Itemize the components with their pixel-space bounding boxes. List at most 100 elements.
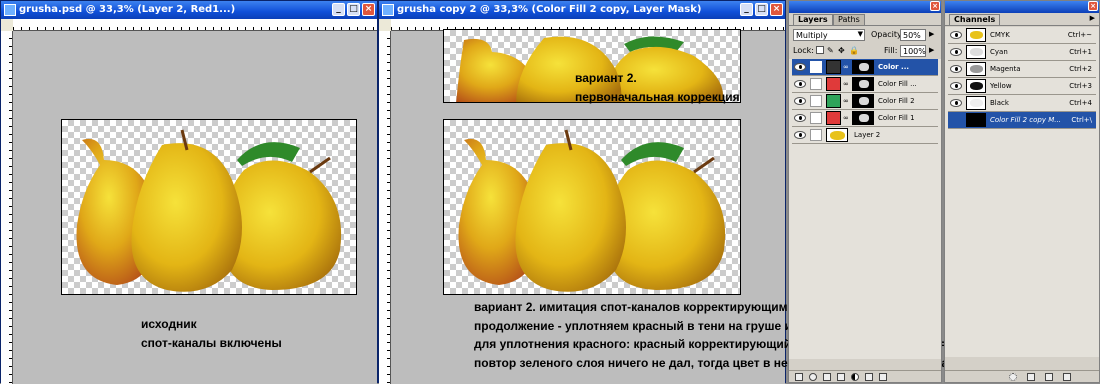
layer-color-thumbnail <box>826 77 841 91</box>
layer-mask-thumbnail[interactable] <box>852 94 874 108</box>
link-layers-icon[interactable] <box>795 373 803 381</box>
layer-image-thumbnail <box>826 128 848 142</box>
visibility-eye-icon[interactable] <box>794 97 806 105</box>
channel-row[interactable]: Color Fill 2 copy M... Ctrl+\ <box>948 112 1096 129</box>
channels-list[interactable]: CMYK Ctrl+~ Cyan Ctrl+1 Magenta Ctrl+2 Y… <box>945 27 1099 357</box>
layer-mask-thumbnail[interactable] <box>852 60 874 74</box>
image-document[interactable] <box>61 119 357 295</box>
visibility-eye-icon[interactable] <box>794 63 806 71</box>
canvas-area[interactable]: исходник спот-каналы включены <box>13 31 377 384</box>
visibility-eye-icon[interactable] <box>950 65 962 73</box>
load-selection-icon[interactable] <box>1009 373 1017 381</box>
blend-mode-value: Multiply <box>796 31 828 40</box>
visibility-eye-icon[interactable] <box>950 99 962 107</box>
visibility-eye-icon[interactable] <box>794 80 806 88</box>
document-window-original[interactable]: grusha.psd @ 33,3% (Layer 2, Red1...) _ … <box>0 0 378 384</box>
trash-icon[interactable] <box>1063 373 1071 381</box>
channel-row[interactable]: CMYK Ctrl+~ <box>948 27 1096 44</box>
visibility-eye-icon[interactable] <box>794 114 806 122</box>
layer-style-icon[interactable] <box>809 373 817 381</box>
channel-name: Color Fill 2 copy M... <box>990 116 1061 124</box>
layer-row[interactable]: Layer 2 <box>792 127 938 144</box>
panel-titlebar[interactable]: × <box>945 1 1099 13</box>
panel-close-button[interactable]: × <box>1088 1 1098 11</box>
visibility-eye-icon[interactable] <box>950 31 962 39</box>
panel-menu-icon[interactable]: ▶ <box>1090 14 1095 22</box>
opacity-input[interactable]: 50% <box>900 29 926 41</box>
layer-name[interactable]: Color Fill 1 <box>878 114 915 122</box>
channel-shortcut: Ctrl+~ <box>1067 31 1092 39</box>
layer-name[interactable]: Layer 2 <box>854 131 880 139</box>
layer-checkbox[interactable] <box>810 129 822 141</box>
tab-paths[interactable]: Paths <box>833 14 865 25</box>
note-variant-top-line1: вариант 2. <box>575 71 637 85</box>
chevron-right-icon[interactable]: ▶ <box>929 30 934 38</box>
vertical-ruler[interactable] <box>379 31 391 384</box>
blend-mode-select[interactable]: Multiply ▼ <box>793 29 865 41</box>
minimize-button[interactable]: _ <box>740 3 753 16</box>
channel-row[interactable]: Cyan Ctrl+1 <box>948 44 1096 61</box>
image-document-bottom[interactable] <box>443 119 741 295</box>
window-titlebar[interactable]: grusha.psd @ 33,3% (Layer 2, Red1...) _ … <box>1 1 377 19</box>
new-channel-icon[interactable] <box>1045 373 1053 381</box>
layer-mask-thumbnail[interactable] <box>852 77 874 91</box>
tab-layers[interactable]: Layers <box>793 14 833 25</box>
layer-color-thumbnail <box>826 111 841 125</box>
channel-thumbnail <box>966 45 986 59</box>
tab-channels[interactable]: Channels <box>949 14 1001 25</box>
trash-icon[interactable] <box>879 373 887 381</box>
new-layer-icon[interactable] <box>865 373 873 381</box>
channels-panel[interactable]: × Channels ▶ CMYK Ctrl+~ Cyan Ctrl+1 Mag… <box>944 0 1100 383</box>
lock-transparency-icon[interactable] <box>816 46 824 54</box>
channel-name: Black <box>990 99 1009 107</box>
layer-name[interactable]: Color Fill ... <box>878 80 917 88</box>
lock-position-icon[interactable]: ✥ <box>838 46 845 55</box>
layer-checkbox[interactable] <box>810 78 822 90</box>
visibility-eye-slot[interactable] <box>950 116 962 124</box>
window-titlebar[interactable]: grusha copy 2 @ 33,3% (Color Fill 2 copy… <box>379 1 785 19</box>
layer-row[interactable]: ∞ Color Fill ... <box>792 76 938 93</box>
layers-list[interactable]: ∞ Color ... ∞ Color Fill ... ∞ Color Fil… <box>789 59 941 359</box>
visibility-eye-icon[interactable] <box>950 48 962 56</box>
visibility-eye-icon[interactable] <box>794 131 806 139</box>
lock-all-icon[interactable]: 🔒 <box>849 46 859 55</box>
opacity-label: Opacity: <box>871 30 904 39</box>
close-button[interactable]: × <box>770 3 783 16</box>
maximize-button[interactable]: □ <box>347 3 360 16</box>
channel-row[interactable]: Magenta Ctrl+2 <box>948 61 1096 78</box>
layer-row[interactable]: ∞ Color Fill 1 <box>792 110 938 127</box>
fill-input[interactable]: 100% <box>900 45 926 57</box>
fill-value: 100% <box>903 47 926 56</box>
save-selection-icon[interactable] <box>1027 373 1035 381</box>
layer-name[interactable]: Color ... <box>878 63 909 71</box>
chevron-right-icon[interactable]: ▶ <box>929 46 934 54</box>
close-button[interactable]: × <box>362 3 375 16</box>
pear-thumbnail-icon <box>830 131 845 140</box>
note-original: исходник спот-каналы включены <box>141 315 282 353</box>
add-mask-icon[interactable] <box>823 373 831 381</box>
panel-close-button[interactable]: × <box>930 1 940 11</box>
channel-thumbnail <box>966 62 986 76</box>
pear-thumbnail-icon <box>970 31 983 39</box>
minimize-button[interactable]: _ <box>332 3 345 16</box>
layers-panel[interactable]: × Layers Paths Multiply ▼ Opacity: 50% ▶… <box>788 0 942 383</box>
lock-image-icon[interactable]: ✎ <box>827 46 834 55</box>
new-group-icon[interactable] <box>837 373 845 381</box>
channel-row[interactable]: Black Ctrl+4 <box>948 95 1096 112</box>
layer-row[interactable]: ∞ Color ... <box>792 59 938 76</box>
visibility-eye-icon[interactable] <box>950 82 962 90</box>
channel-row[interactable]: Yellow Ctrl+3 <box>948 78 1096 95</box>
layers-panel-footer <box>789 370 941 382</box>
layer-row[interactable]: ∞ Color Fill 2 <box>792 93 938 110</box>
new-adjustment-layer-icon[interactable] <box>851 373 859 381</box>
maximize-button[interactable]: □ <box>755 3 768 16</box>
layer-checkbox[interactable] <box>810 112 822 124</box>
panel-titlebar[interactable]: × <box>789 1 941 13</box>
photoshop-doc-icon <box>382 4 394 16</box>
layer-name[interactable]: Color Fill 2 <box>878 97 915 105</box>
horizontal-ruler[interactable] <box>13 19 377 31</box>
vertical-ruler[interactable] <box>1 31 13 384</box>
layer-mask-thumbnail[interactable] <box>852 111 874 125</box>
layer-checkbox[interactable] <box>810 95 822 107</box>
channel-shortcut: Ctrl+3 <box>1069 82 1092 90</box>
